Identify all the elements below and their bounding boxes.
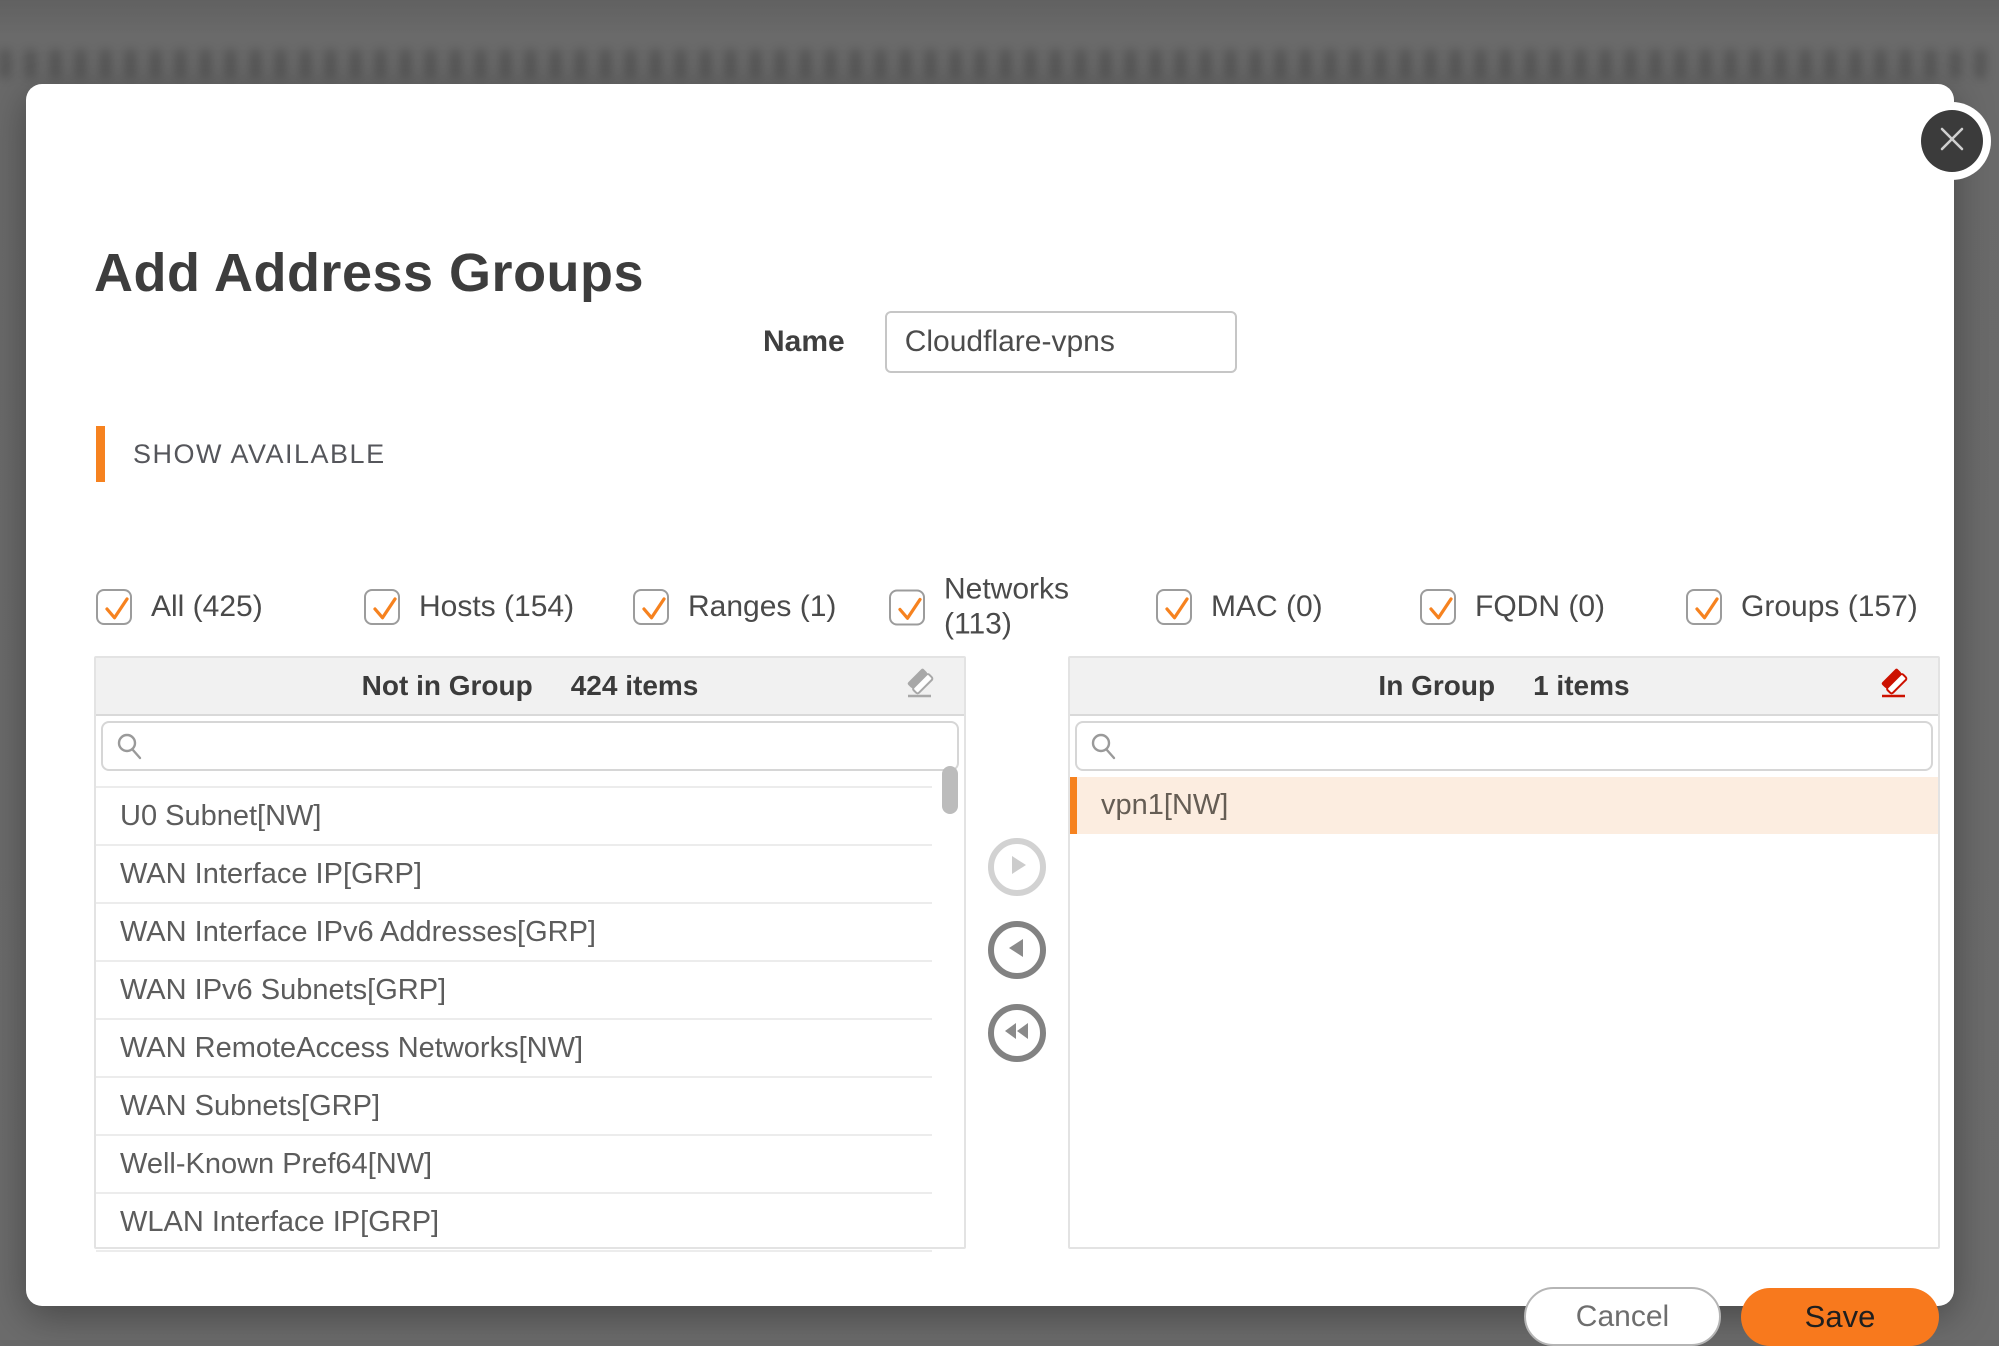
filter-row: All (425) Hosts (154) Ranges (1) Networks (…	[96, 571, 1956, 643]
transfer-buttons	[988, 838, 1046, 1062]
in-group-count: 1 items	[1533, 670, 1630, 702]
in-group-header: In Group 1 items	[1070, 658, 1938, 716]
arrow-right-icon	[1003, 851, 1031, 884]
filter-label: Networks (113)	[944, 573, 1062, 642]
in-group-search-input[interactable]	[1075, 721, 1933, 771]
list-item[interactable]: WAN Interface IP[GRP]	[96, 846, 932, 904]
filter-checkbox-networks[interactable]: Networks (113)	[889, 573, 1062, 642]
filter-checkbox-fqdn[interactable]: FQDN (0)	[1420, 589, 1605, 625]
filter-label: Hosts (154)	[419, 590, 574, 624]
checkbox-icon[interactable]	[1686, 589, 1722, 625]
section-accent-bar	[96, 426, 105, 482]
close-icon	[1937, 124, 1967, 159]
filter-label: FQDN (0)	[1475, 590, 1605, 624]
not-in-group-search	[101, 721, 959, 771]
in-group-item[interactable]: vpn1[NW]	[1070, 777, 1938, 834]
in-group-title: In Group	[1378, 670, 1495, 702]
in-group-panel: In Group 1 items	[1068, 656, 1940, 1249]
filter-checkbox-ranges[interactable]: Ranges (1)	[633, 589, 836, 625]
move-left-button[interactable]	[988, 921, 1046, 979]
list-item[interactable]: U0 Subnet[NW]	[96, 788, 932, 846]
filter-label: Ranges (1)	[688, 590, 836, 624]
close-button[interactable]	[1921, 110, 1983, 172]
checkbox-icon[interactable]	[364, 589, 400, 625]
list-item[interactable]: WAN RemoteAccess Networks[NW]	[96, 1020, 932, 1078]
name-field-row: Name	[763, 311, 1237, 373]
not-in-group-list: U0 Subnet[NW]WAN Interface IP[GRP]WAN In…	[96, 774, 964, 1252]
eraser-icon	[903, 667, 937, 706]
not-in-group-count: 424 items	[571, 670, 699, 702]
move-all-left-button[interactable]	[988, 1004, 1046, 1062]
background-blur-band	[0, 50, 1999, 78]
page-title: Add Address Groups	[94, 242, 644, 304]
add-address-groups-dialog: Add Address Groups Name SHOW AVAILABLE A…	[26, 84, 1954, 1306]
double-arrow-left-icon	[1001, 1017, 1033, 1050]
filter-checkbox-hosts[interactable]: Hosts (154)	[364, 589, 574, 625]
filter-checkbox-groups[interactable]: Groups (157)	[1686, 589, 1918, 625]
list-item[interactable]: WAN Subnets[GRP]	[96, 1078, 932, 1136]
filter-label: Groups (157)	[1741, 590, 1918, 624]
save-button[interactable]: Save	[1741, 1288, 1939, 1346]
checkbox-icon[interactable]	[889, 589, 925, 625]
eraser-icon-red	[1877, 667, 1911, 706]
checkbox-icon[interactable]	[96, 589, 132, 625]
not-in-group-panel: Not in Group 424 items	[94, 656, 966, 1249]
checkbox-icon[interactable]	[1420, 589, 1456, 625]
not-in-group-search-input[interactable]	[101, 721, 959, 771]
cancel-button[interactable]: Cancel	[1524, 1287, 1721, 1346]
left-list-scrollbar[interactable]	[942, 766, 958, 814]
checkbox-icon[interactable]	[1156, 589, 1192, 625]
not-in-group-header: Not in Group 424 items	[96, 658, 964, 716]
list-item[interactable]: WAN Interface IPv6 Addresses[GRP]	[96, 904, 932, 962]
in-group-search	[1075, 721, 1933, 771]
name-input[interactable]	[885, 311, 1237, 373]
scrolled-row-sliver	[96, 774, 932, 788]
filter-checkbox-all[interactable]: All (425)	[96, 589, 263, 625]
not-in-group-title: Not in Group	[362, 670, 533, 702]
show-available-section: SHOW AVAILABLE	[96, 426, 386, 482]
filter-checkbox-mac[interactable]: MAC (0)	[1156, 589, 1323, 625]
filter-label: MAC (0)	[1211, 590, 1323, 624]
list-item[interactable]: Well-Known Pref64[NW]	[96, 1136, 932, 1194]
clear-group-button[interactable]	[1872, 664, 1916, 708]
name-label: Name	[763, 325, 845, 359]
arrow-left-icon	[1003, 934, 1031, 967]
checkbox-icon[interactable]	[633, 589, 669, 625]
move-right-button[interactable]	[988, 838, 1046, 896]
list-item[interactable]: WAN IPv6 Subnets[GRP]	[96, 962, 932, 1020]
in-group-list: vpn1[NW]	[1070, 774, 1938, 1252]
filter-label: All (425)	[151, 590, 263, 624]
section-header-label: SHOW AVAILABLE	[133, 439, 386, 470]
clear-selection-button[interactable]	[898, 664, 942, 708]
list-item[interactable]: WLAN Interface IP[GRP]	[96, 1194, 932, 1252]
